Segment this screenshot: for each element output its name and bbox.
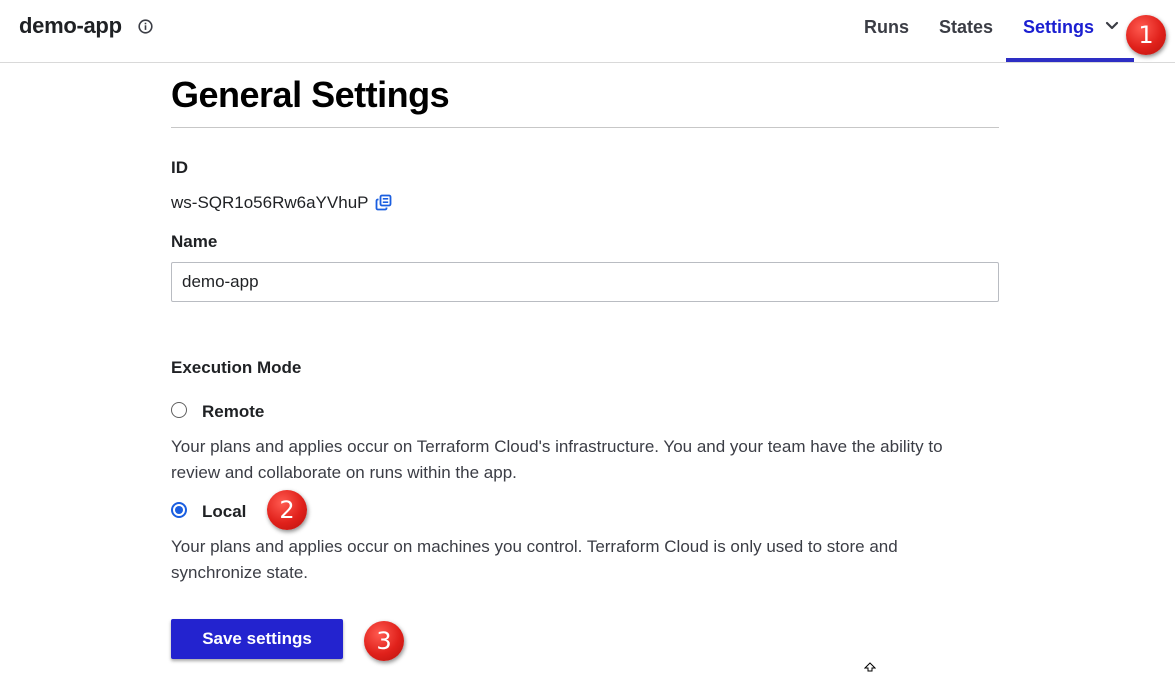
copy-icon[interactable] [374, 193, 393, 212]
step-badge-3: 3 [364, 621, 404, 661]
page-title: General Settings [171, 74, 450, 115]
top-bar: demo-app Runs States Settings [0, 0, 1175, 63]
remote-option-label[interactable]: Remote [202, 402, 264, 422]
step-badge-1: 1 [1126, 15, 1166, 55]
title-divider [171, 127, 999, 128]
remote-radio[interactable] [171, 402, 187, 418]
name-label: Name [171, 232, 218, 251]
step-badge-2: 2 [267, 490, 307, 530]
mouse-cursor-icon [864, 662, 876, 672]
remote-description: Your plans and applies occur on Terrafor… [171, 437, 943, 482]
workspace-name: demo-app [19, 13, 122, 38]
execution-mode-label: Execution Mode [171, 358, 302, 377]
name-input[interactable] [171, 262, 999, 302]
nav-settings[interactable]: Settings [1023, 17, 1094, 38]
local-description: Your plans and applies occur on machines… [171, 537, 898, 582]
local-radio[interactable] [171, 502, 187, 518]
local-option-label[interactable]: Local [202, 502, 246, 522]
save-settings-button[interactable]: Save settings [171, 619, 343, 659]
id-label: ID [171, 158, 188, 177]
nav-states[interactable]: States [939, 17, 993, 38]
workspace-id: ws-SQR1o56Rw6aYVhuP [171, 193, 369, 212]
active-tab-indicator [1006, 58, 1134, 62]
chevron-down-icon[interactable] [1104, 20, 1120, 32]
nav-runs[interactable]: Runs [864, 17, 909, 38]
info-circle-icon[interactable] [138, 19, 153, 34]
